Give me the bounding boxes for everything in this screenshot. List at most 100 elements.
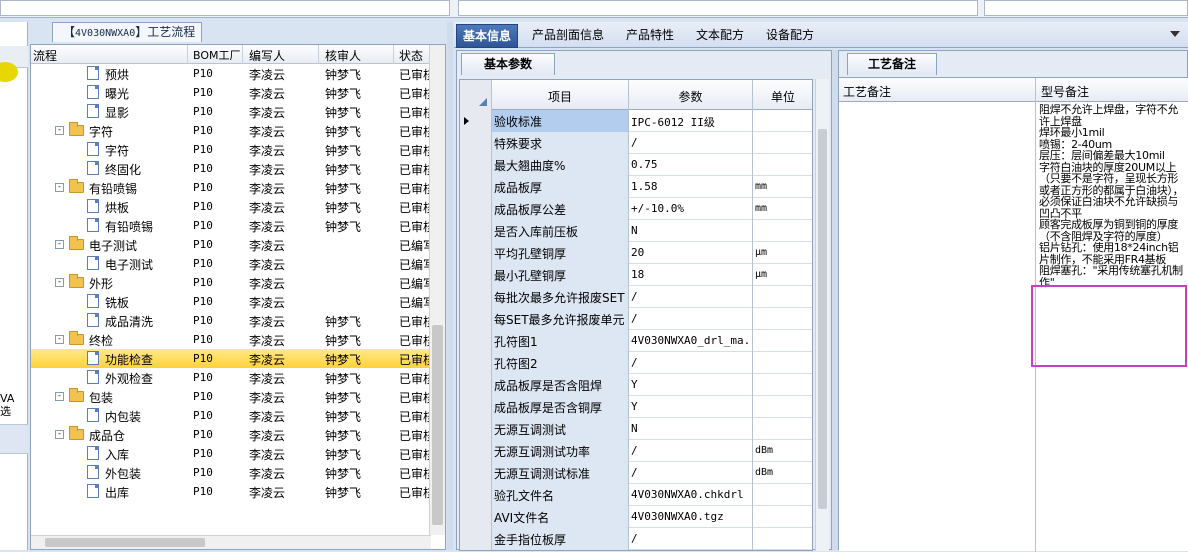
tree-row[interactable]: - 有铅喷锡 P10 李凌云 钟梦飞 已审核 — [31, 178, 431, 197]
row-indicator[interactable] — [460, 330, 492, 352]
param-value[interactable]: / — [629, 352, 753, 374]
row-indicator[interactable] — [460, 264, 492, 286]
tree-horizontal-scrollbar[interactable] — [31, 535, 431, 549]
param-value[interactable]: 4V030NWXA0.tgz — [629, 506, 753, 528]
param-value[interactable]: / — [629, 462, 753, 484]
tree-row[interactable]: 烘板 P10 李凌云 钟梦飞 已审核 — [31, 197, 431, 216]
row-indicator[interactable] — [460, 132, 492, 154]
param-row[interactable]: 成品板厚是否含铜厚 Y — [460, 396, 812, 418]
param-row[interactable]: 验收标准 IPC-6012 II级 — [460, 110, 812, 132]
param-row[interactable]: AVI文件名 4V030NWXA0.tgz — [460, 506, 812, 528]
collapse-icon[interactable]: - — [55, 430, 64, 439]
tree-row[interactable]: 出库 P10 李凌云 钟梦飞 已审核 — [31, 482, 431, 501]
param-value[interactable]: 0.75 — [629, 154, 753, 176]
row-indicator[interactable] — [460, 176, 492, 198]
param-value[interactable]: / — [629, 528, 753, 550]
param-value[interactable]: / — [629, 286, 753, 308]
tree-row[interactable]: 功能检查 P10 李凌云 钟梦飞 已审核 — [31, 349, 431, 368]
tree-row[interactable]: 内包装 P10 李凌云 钟梦飞 已审核 — [31, 406, 431, 425]
param-value[interactable]: / — [629, 308, 753, 330]
collapse-icon[interactable]: - — [55, 240, 64, 249]
param-row[interactable]: 无源互调测试标准 / dBm — [460, 462, 812, 484]
param-row[interactable]: 孔符图2/ — [460, 352, 812, 374]
col-unit[interactable]: 单位 — [753, 80, 812, 110]
param-row[interactable]: 最小孔壁铜厚 18 μm — [460, 264, 812, 286]
row-indicator[interactable] — [460, 154, 492, 176]
top-field-right[interactable] — [984, 0, 1188, 16]
col-value[interactable]: 参数 — [629, 80, 753, 110]
row-indicator[interactable] — [460, 528, 492, 550]
param-value[interactable]: 20 — [629, 242, 753, 264]
tree-row[interactable]: 显影 P10 李凌云 钟梦飞 已审核 — [31, 102, 431, 121]
tree-row[interactable]: 预烘 P10 李凌云 钟梦飞 已审核 — [31, 64, 431, 83]
param-row[interactable]: 成品板厚是否含阻焊 Y — [460, 374, 812, 396]
top-scroll-left[interactable] — [0, 0, 450, 16]
param-row[interactable]: 最大翘曲度% 0.75 — [460, 154, 812, 176]
tree-row[interactable]: - 终检 P10 李凌云 钟梦飞 已审核 — [31, 330, 431, 349]
param-value[interactable]: N — [629, 418, 753, 440]
tree-row[interactable]: 曝光 P10 李凌云 钟梦飞 已审核 — [31, 83, 431, 102]
param-row[interactable]: 每SET最多允许报废单元 / — [460, 308, 812, 330]
tab-basic-info[interactable]: 基本信息 — [456, 24, 519, 48]
col-status[interactable]: 状态 — [399, 47, 423, 64]
collapse-icon[interactable]: - — [55, 126, 64, 135]
tree-row[interactable]: - 字符 P10 李凌云 钟梦飞 已审核 — [31, 121, 431, 140]
param-row[interactable]: 成品板厚 1.58 mm — [460, 176, 812, 198]
param-row[interactable]: 无源互调测试 N — [460, 418, 812, 440]
param-value[interactable]: 18 — [629, 264, 753, 286]
tree-row[interactable]: 铣板 P10 李凌云 已编写 — [31, 292, 431, 311]
tree-row[interactable]: - 包装 P10 李凌云 钟梦飞 已审核 — [31, 387, 431, 406]
param-row[interactable]: 每批次最多允许报废SET / — [460, 286, 812, 308]
tree-row[interactable]: 外观检查 P10 李凌云 钟梦飞 已审核 — [31, 368, 431, 387]
tree-row[interactable]: - 成品仓 P10 李凌云 钟梦飞 已审核 — [31, 425, 431, 444]
left-splitter[interactable] — [447, 22, 453, 550]
tabs-dropdown-icon[interactable] — [1170, 31, 1180, 37]
col-bom-factory[interactable]: BOM工厂 — [193, 47, 241, 63]
left-panel-selected-row[interactable] — [0, 424, 28, 454]
tree-row[interactable]: 外包装 P10 李凌云 钟梦飞 已审核 — [31, 463, 431, 482]
col-reviewer[interactable]: 核审人 — [325, 47, 361, 64]
param-row[interactable]: 金手指位板厚 / — [460, 528, 812, 550]
param-value[interactable]: 4V030NWXA0.chkdrl — [629, 484, 753, 506]
param-value[interactable]: IPC-6012 II级 — [629, 110, 753, 132]
param-value[interactable]: +/-10.0% — [629, 198, 753, 220]
col-writer[interactable]: 编写人 — [249, 47, 285, 64]
param-row[interactable]: 无源互调测试功率 / dBm — [460, 440, 812, 462]
tab-text-recipe[interactable]: 文本配方 — [690, 24, 750, 48]
param-value[interactable]: Y — [629, 374, 753, 396]
param-value[interactable]: / — [629, 440, 753, 462]
param-row[interactable]: 特殊要求 / — [460, 132, 812, 154]
tree-row[interactable]: 字符 P10 李凌云 钟梦飞 已审核 — [31, 140, 431, 159]
top-scroll-middle[interactable] — [458, 0, 978, 16]
param-row[interactable]: 平均孔壁铜厚 20 μm — [460, 242, 812, 264]
collapse-icon[interactable]: - — [55, 335, 64, 344]
tab-process-notes[interactable]: 工艺备注 — [847, 53, 937, 75]
col-model-notes[interactable]: 型号备注 — [1041, 83, 1089, 100]
param-value[interactable]: 4V030NWXA0_drl_ma... — [629, 330, 753, 352]
tab-process-flow[interactable]: 【4V030NWXA0】工艺流程 — [52, 22, 202, 42]
tree-row[interactable]: 终固化 P10 李凌云 钟梦飞 已审核 — [31, 159, 431, 178]
collapse-icon[interactable]: - — [55, 183, 64, 192]
row-indicator[interactable] — [460, 374, 492, 396]
tree-row[interactable]: 电子测试 P10 李凌云 已编写 — [31, 254, 431, 273]
tree-vertical-scrollbar[interactable] — [429, 45, 445, 535]
param-row[interactable]: 孔符图1 4V030NWXA0_drl_ma... — [460, 330, 812, 352]
tree-row[interactable]: 入库 P10 李凌云 钟梦飞 已审核 — [31, 444, 431, 463]
row-indicator[interactable] — [460, 286, 492, 308]
col-process-notes[interactable]: 工艺备注 — [843, 83, 891, 100]
param-value[interactable]: N — [629, 220, 753, 242]
row-indicator[interactable] — [460, 506, 492, 528]
tree-row[interactable]: 成品清洗 P10 李凌云 钟梦飞 已审核 — [31, 311, 431, 330]
model-notes-text[interactable]: 阻焊不允许上焊盘，字符不允许上焊盘 焊环最小1mil 喷锡：2-40um 层压：… — [1039, 104, 1187, 288]
tab-equipment-recipe[interactable]: 设备配方 — [760, 24, 820, 48]
col-item[interactable]: 项目 — [492, 80, 629, 110]
tree-row[interactable]: - 电子测试 P10 李凌云 已编写 — [31, 235, 431, 254]
tab-product-characteristics[interactable]: 产品特性 — [620, 24, 680, 48]
row-indicator[interactable] — [460, 418, 492, 440]
param-row[interactable]: 验孔文件名 4V030NWXA0.chkdrl — [460, 484, 812, 506]
param-row[interactable]: 是否入库前压板 N — [460, 220, 812, 242]
row-indicator[interactable] — [460, 110, 492, 132]
grid-corner-icon[interactable] — [460, 80, 492, 110]
params-vertical-scrollbar[interactable] — [815, 79, 829, 551]
param-value[interactable]: Y — [629, 396, 753, 418]
